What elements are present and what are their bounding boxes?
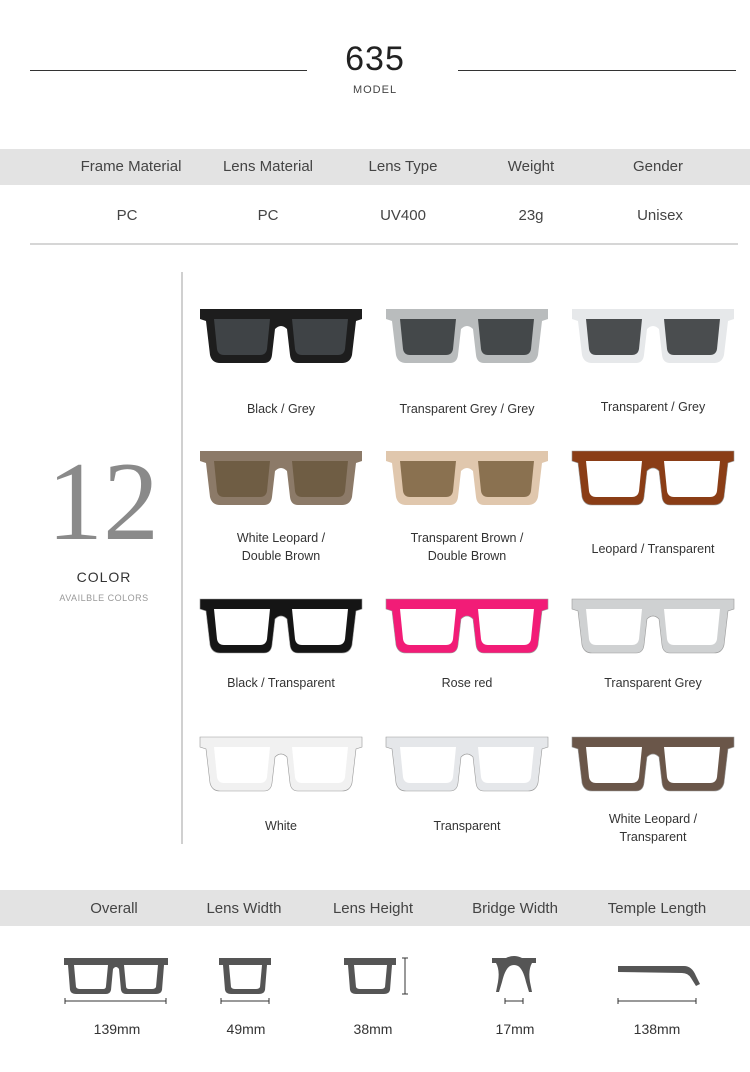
dim-label-lens-width: Lens Width [206,900,282,917]
glasses-11-left-lens [400,747,456,783]
dim-value-lens-width: 49mm [226,1021,266,1037]
dim-value-bridge-width: 17mm [495,1021,535,1037]
spec-value-gender: Unisex [637,207,683,224]
glasses-2-right-lens [478,319,534,355]
glasses-5-left-lens [400,461,456,497]
dim-label-temple-length: Temple Length [607,900,707,917]
glasses-10-right-lens [292,747,348,783]
spec-value-lens-type: UV400 [380,207,426,224]
glasses-3 [572,309,734,363]
glasses-7 [199,598,363,654]
glasses-12 [571,736,735,792]
color-label-5: Transparent Brown / Double Brown [410,531,524,563]
color-label-7: Black / Transparent [227,676,335,690]
spec-value-frame-material: PC [116,207,138,224]
glasses-3-left-lens [586,319,642,355]
spec-value-lens-material: PC [257,207,279,224]
glasses-1 [200,309,362,363]
glasses-4-right-lens [292,461,348,497]
color-label-12: White Leopard / Transparent [608,812,698,844]
glasses-4-left-lens [214,461,270,497]
color-count: 12 [47,440,159,564]
spec-value-weight: 23g [518,207,544,224]
glasses-6-left-lens [586,461,642,497]
spec-header-gender: Gender [632,158,684,175]
spec-header-lens-type: Lens Type [368,158,438,175]
glasses-9 [571,598,735,654]
glasses-9-right-lens [664,609,720,645]
dim-value-overall: 139mm [93,1021,141,1037]
glasses-10-left-lens [214,747,270,783]
spec-header-frame-material: Frame Material [80,158,182,175]
color-label-8: Rose red [441,676,493,690]
color-label: COLOR [76,569,132,585]
glasses-9-left-lens [586,609,642,645]
glasses-5-right-lens [478,461,534,497]
glasses-2-left-lens [400,319,456,355]
bridge-width-icon [492,956,536,1004]
color-label-6: Leopard / Transparent [591,542,715,556]
color-label-4: White Leopard / Double Brown [236,531,326,563]
model-label: MODEL [352,84,398,96]
glasses-12-left-lens [586,747,642,783]
glasses-7-left-lens [214,609,270,645]
color-label-1: Black / Grey [246,402,316,416]
glasses-11 [385,736,549,792]
glasses-3-right-lens [664,319,720,355]
temple-length-icon [617,966,700,1004]
glasses-1-left-lens [214,319,270,355]
dim-value-lens-height: 38mm [353,1021,393,1037]
color-label-2: Transparent Grey / Grey [399,402,535,416]
dim-label-bridge-width: Bridge Width [472,900,558,917]
glasses-1-right-lens [292,319,348,355]
dim-label-lens-height: Lens Height [332,900,414,917]
glasses-5 [386,451,548,505]
glasses-8-left-lens [400,609,456,645]
dim-label-overall: Overall [90,900,138,917]
glasses-8 [385,598,549,654]
color-label-10: White [265,819,297,833]
dim-value-temple-length: 138mm [633,1021,681,1037]
lens-height-icon [344,957,408,995]
glasses-4 [200,451,362,505]
glasses-6-right-lens [664,461,720,497]
color-label-3: Transparent / Grey [600,400,706,414]
glasses-11-right-lens [478,747,534,783]
color-label-11: Transparent [433,819,501,833]
color-label-9: Transparent Grey [604,676,702,690]
color-divider [181,272,183,844]
glasses-6 [571,450,735,506]
glasses-8-right-lens [478,609,534,645]
overall-frame-icon [64,958,168,1004]
glasses-2 [386,309,548,363]
glasses-7-right-lens [292,609,348,645]
available-colors-label: AVAILBLE COLORS [59,593,149,603]
spec-divider [30,243,738,245]
glasses-10 [199,736,363,792]
spec-header-weight: Weight [507,158,555,175]
lens-width-icon [219,958,271,1004]
glasses-12-right-lens [664,747,720,783]
spec-header-lens-material: Lens Material [222,158,314,175]
model-number: 635 [345,40,405,78]
